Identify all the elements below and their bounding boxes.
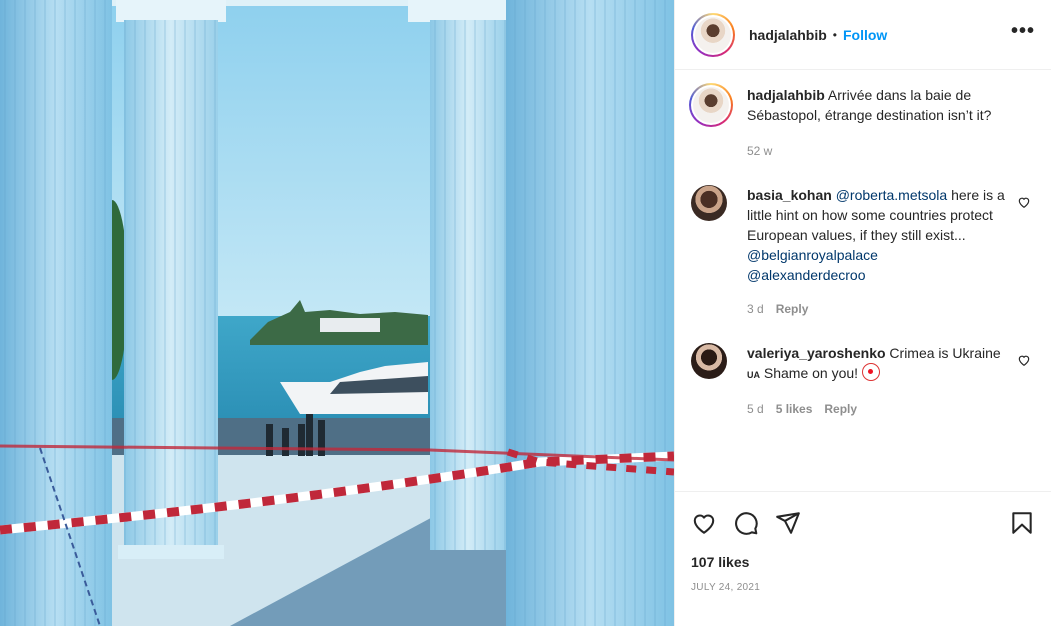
avatar-image — [693, 87, 729, 123]
comment-like-icon[interactable] — [1017, 195, 1031, 209]
post-date[interactable]: JULY 24, 2021 — [691, 582, 1035, 593]
comment-icon[interactable] — [733, 510, 759, 536]
post-header: hadjalahbib • Follow ••• — [675, 0, 1051, 70]
comment-text-2: Shame on you! — [760, 365, 859, 381]
avatar-frame — [691, 85, 731, 125]
caption-avatar[interactable] — [689, 83, 733, 127]
caption-username[interactable]: hadjalahbib — [747, 87, 825, 103]
mention-link[interactable]: @roberta.metsola — [836, 187, 947, 203]
colonnade-photo — [0, 0, 674, 626]
comment-time[interactable]: 5 d — [747, 399, 764, 419]
comment-meta: 5 d 5 likes Reply — [747, 399, 1007, 419]
caption: hadjalahbib Arrivée dans la baie de Séba… — [689, 83, 1035, 161]
reply-button[interactable]: Reply — [824, 399, 857, 419]
comment-meta: 3 d Reply — [747, 299, 1007, 319]
actions-section: 107 likes JULY 24, 2021 — [675, 491, 1051, 626]
comment-username[interactable]: valeriya_yaroshenko — [747, 345, 886, 361]
follow-button[interactable]: Follow — [843, 27, 887, 43]
comment-likes[interactable]: 5 likes — [776, 399, 813, 419]
avatar-image — [695, 16, 731, 53]
comment-item: basia_kohan @roberta.metsola here is a l… — [691, 185, 1035, 319]
commenter-avatar[interactable] — [691, 343, 727, 379]
comments-list[interactable]: hadjalahbib Arrivée dans la baie de Séba… — [675, 71, 1051, 491]
likes-count[interactable]: 107 likes — [691, 554, 1035, 570]
post-panel: hadjalahbib • Follow ••• hadjalahbib Arr… — [674, 0, 1051, 626]
flag-emoji: UA — [747, 370, 760, 380]
share-icon[interactable] — [775, 510, 801, 536]
comment-username[interactable]: basia_kohan — [747, 187, 832, 203]
comment-item: valeriya_yaroshenko Crimea is Ukraine UA… — [691, 343, 1035, 419]
caption-body: hadjalahbib Arrivée dans la baie de Séba… — [747, 85, 1017, 161]
comment-body: basia_kohan @roberta.metsola here is a l… — [747, 185, 1007, 319]
comment-like-icon[interactable] — [1017, 353, 1031, 367]
clown-emoji-icon — [861, 363, 880, 381]
comment-text: Crimea is Ukraine — [889, 345, 1001, 361]
separator-dot: • — [832, 27, 837, 42]
comment-time[interactable]: 3 d — [747, 299, 764, 319]
reply-button[interactable]: Reply — [776, 299, 809, 319]
mention-link[interactable]: @alexanderdecroo — [747, 267, 866, 283]
mention-link[interactable]: @belgianroyalpalace — [747, 247, 878, 263]
bookmark-icon[interactable] — [1009, 510, 1035, 536]
commenter-avatar[interactable] — [691, 185, 727, 221]
author-avatar[interactable] — [691, 12, 735, 57]
comment-body: valeriya_yaroshenko Crimea is Ukraine UA… — [747, 343, 1007, 419]
author-username[interactable]: hadjalahbib — [749, 27, 827, 43]
caption-time[interactable]: 52 w — [747, 141, 772, 161]
caption-meta: 52 w — [747, 141, 1017, 161]
post-photo[interactable] — [0, 0, 674, 626]
more-icon[interactable]: ••• — [1011, 21, 1035, 44]
action-bar — [691, 492, 1035, 554]
avatar-frame — [693, 14, 733, 55]
heart-icon[interactable] — [691, 510, 717, 536]
